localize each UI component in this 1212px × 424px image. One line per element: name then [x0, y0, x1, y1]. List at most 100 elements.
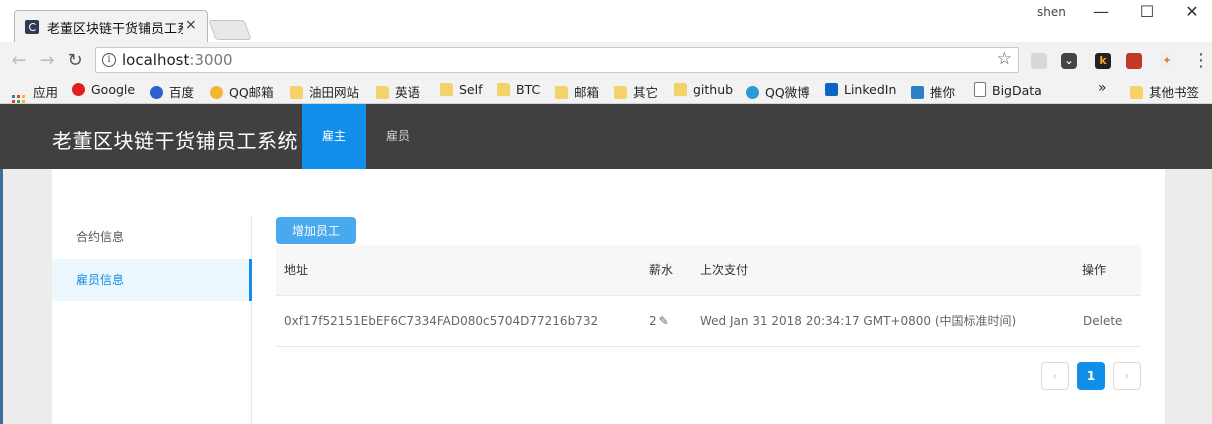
browser-menu-icon[interactable]: ⋮	[1192, 50, 1210, 71]
tab-employee[interactable]: 雇员	[366, 104, 430, 169]
column-header-action: 操作	[1082, 263, 1107, 277]
forward-arrow-icon[interactable]: →	[36, 50, 58, 71]
app-favicon-icon	[25, 20, 39, 34]
bookmark-star-icon[interactable]: ☆	[997, 49, 1012, 69]
window-edge	[0, 169, 3, 424]
bookmark-label: QQ邮箱	[229, 85, 274, 100]
main-card: 合约信息 雇员信息 增加员工 地址 薪水 上次支付 操作 0xf17f52151…	[52, 169, 1165, 424]
bookmark-folder[interactable]: github	[674, 82, 733, 97]
bookmark-bigdata[interactable]: BigData	[974, 82, 1042, 98]
table-header: 地址 薪水 上次支付 操作	[276, 245, 1141, 296]
bookmark-label: LinkedIn	[844, 82, 897, 97]
page-icon	[974, 82, 986, 97]
url-text[interactable]: localhost:3000	[122, 51, 233, 69]
bookmark-label: QQ微博	[765, 85, 810, 100]
url-host: localhost	[122, 51, 190, 69]
delete-link[interactable]: Delete	[1083, 296, 1122, 346]
bookmark-label: 百度	[169, 85, 195, 100]
app-header: 老董区块链干货铺员工系统 雇主 雇员	[0, 104, 1212, 169]
add-employee-button[interactable]: 增加员工	[276, 217, 356, 244]
bookmark-label: 其它	[633, 85, 659, 100]
bookmark-label: 油田网站	[309, 85, 360, 100]
info-icon[interactable]: i	[102, 53, 116, 67]
browser-toolbar: ← → ↻ i localhost:3000 ☆ ⌄ k ✦ ⋮	[0, 42, 1212, 78]
red-extension-icon[interactable]	[1126, 53, 1142, 69]
cell-last-paid: Wed Jan 31 2018 20:34:17 GMT+0800 (中国标准时…	[700, 314, 1017, 328]
reload-icon[interactable]: ↻	[64, 50, 86, 71]
shield-extension-icon[interactable]	[1031, 53, 1047, 69]
edit-pencil-icon[interactable]: ✎	[659, 296, 669, 346]
folder-icon	[440, 83, 453, 96]
url-port: :3000	[189, 51, 233, 69]
app-title: 老董区块链干货铺员工系统	[52, 129, 298, 153]
bookmark-label: github	[693, 82, 734, 97]
linkedin-icon	[825, 83, 838, 96]
column-header-address: 地址	[284, 263, 309, 277]
k-extension-icon[interactable]: k	[1095, 53, 1111, 69]
prev-page-button[interactable]: ‹	[1041, 362, 1069, 390]
tab-title: 老董区块链干货铺员工系统	[47, 22, 183, 37]
cell-address: 0xf17f52151EbEF6C7334FAD080c5704D77216b7…	[284, 314, 599, 328]
bookmark-qqmail[interactable]: QQ邮箱	[210, 82, 274, 101]
bookmark-label: Google	[91, 82, 136, 97]
bookmark-folder[interactable]: 油田网站	[290, 82, 359, 101]
bookmark-label: 邮箱	[574, 85, 600, 100]
side-menu: 合约信息 雇员信息	[52, 216, 252, 424]
pocket-extension-icon[interactable]: ⌄	[1061, 53, 1077, 69]
qqmail-icon	[210, 86, 223, 99]
bookmark-linkedin[interactable]: LinkedIn	[825, 82, 896, 97]
folder-icon	[614, 86, 627, 99]
cell-salary: 2 ✎	[649, 296, 669, 346]
menu-item-contract-info[interactable]: 合约信息	[52, 216, 252, 258]
address-bar[interactable]: i localhost:3000 ☆	[95, 47, 1019, 73]
menu-item-employee-info[interactable]: 雇员信息	[52, 259, 252, 301]
bookmark-folder[interactable]: 其它	[614, 82, 658, 101]
bookmark-label: 推你	[930, 85, 956, 100]
salary-value: 2	[649, 314, 657, 328]
google-icon	[72, 83, 85, 96]
bookmarks-bar: 应用 Google 百度 QQ邮箱 油田网站 英语 Self BTC 邮箱 其它…	[0, 78, 1212, 108]
bookmark-folder[interactable]: Self	[440, 82, 483, 97]
browser-titlebar: 老董区块链干货铺员工系统 × shen — ☐ ✕	[0, 0, 1212, 42]
window-close-button[interactable]: ✕	[1180, 2, 1204, 21]
column-header-salary: 薪水	[649, 263, 674, 277]
folder-icon	[555, 86, 568, 99]
browser-tab[interactable]: 老董区块链干货铺员工系统 ×	[14, 10, 208, 42]
bookmark-label: 其他书签	[1149, 85, 1200, 100]
profile-user[interactable]: shen	[1037, 5, 1066, 19]
maximize-button[interactable]: ☐	[1135, 2, 1159, 21]
baidu-icon	[150, 86, 163, 99]
employee-table: 地址 薪水 上次支付 操作 0xf17f52151EbEF6C7334FAD08…	[276, 245, 1141, 347]
minimize-button[interactable]: —	[1089, 2, 1113, 21]
folder-icon	[674, 83, 687, 96]
column-header-last-paid: 上次支付	[700, 263, 749, 277]
bookmark-folder[interactable]: 邮箱	[555, 82, 599, 101]
table-row: 0xf17f52151EbEF6C7334FAD080c5704D77216b7…	[276, 296, 1141, 347]
next-page-button[interactable]: ›	[1113, 362, 1141, 390]
tab-employer[interactable]: 雇主	[302, 104, 366, 169]
folder-icon	[1130, 86, 1143, 99]
bookmark-baidu[interactable]: 百度	[150, 82, 194, 101]
bookmarks-overflow-icon[interactable]: »	[1098, 80, 1107, 96]
bookmark-label: BTC	[516, 82, 541, 97]
bookmark-google[interactable]: Google	[72, 82, 135, 97]
bookmark-label: Self	[459, 82, 483, 97]
folder-icon	[497, 83, 510, 96]
other-bookmarks[interactable]: 其他书签	[1130, 82, 1199, 101]
bookmark-label: BigData	[992, 83, 1042, 98]
qqweibo-icon	[746, 86, 759, 99]
bookmark-qqweibo[interactable]: QQ微博	[746, 82, 810, 101]
bookmark-folder[interactable]: 英语	[376, 82, 420, 101]
folder-icon	[376, 86, 389, 99]
folder-icon	[290, 86, 303, 99]
metamask-fox-icon[interactable]: ✦	[1159, 53, 1175, 69]
bookmark-folder[interactable]: BTC	[497, 82, 540, 97]
tuini-icon	[911, 86, 924, 99]
bookmark-label: 英语	[395, 85, 421, 100]
new-tab-button[interactable]	[208, 20, 252, 40]
bookmark-tuini[interactable]: 推你	[911, 82, 955, 101]
tab-close-icon[interactable]: ×	[185, 17, 197, 33]
bookmark-label: 应用	[33, 85, 59, 100]
back-arrow-icon[interactable]: ←	[8, 50, 30, 71]
page-1-button[interactable]: 1	[1077, 362, 1105, 390]
